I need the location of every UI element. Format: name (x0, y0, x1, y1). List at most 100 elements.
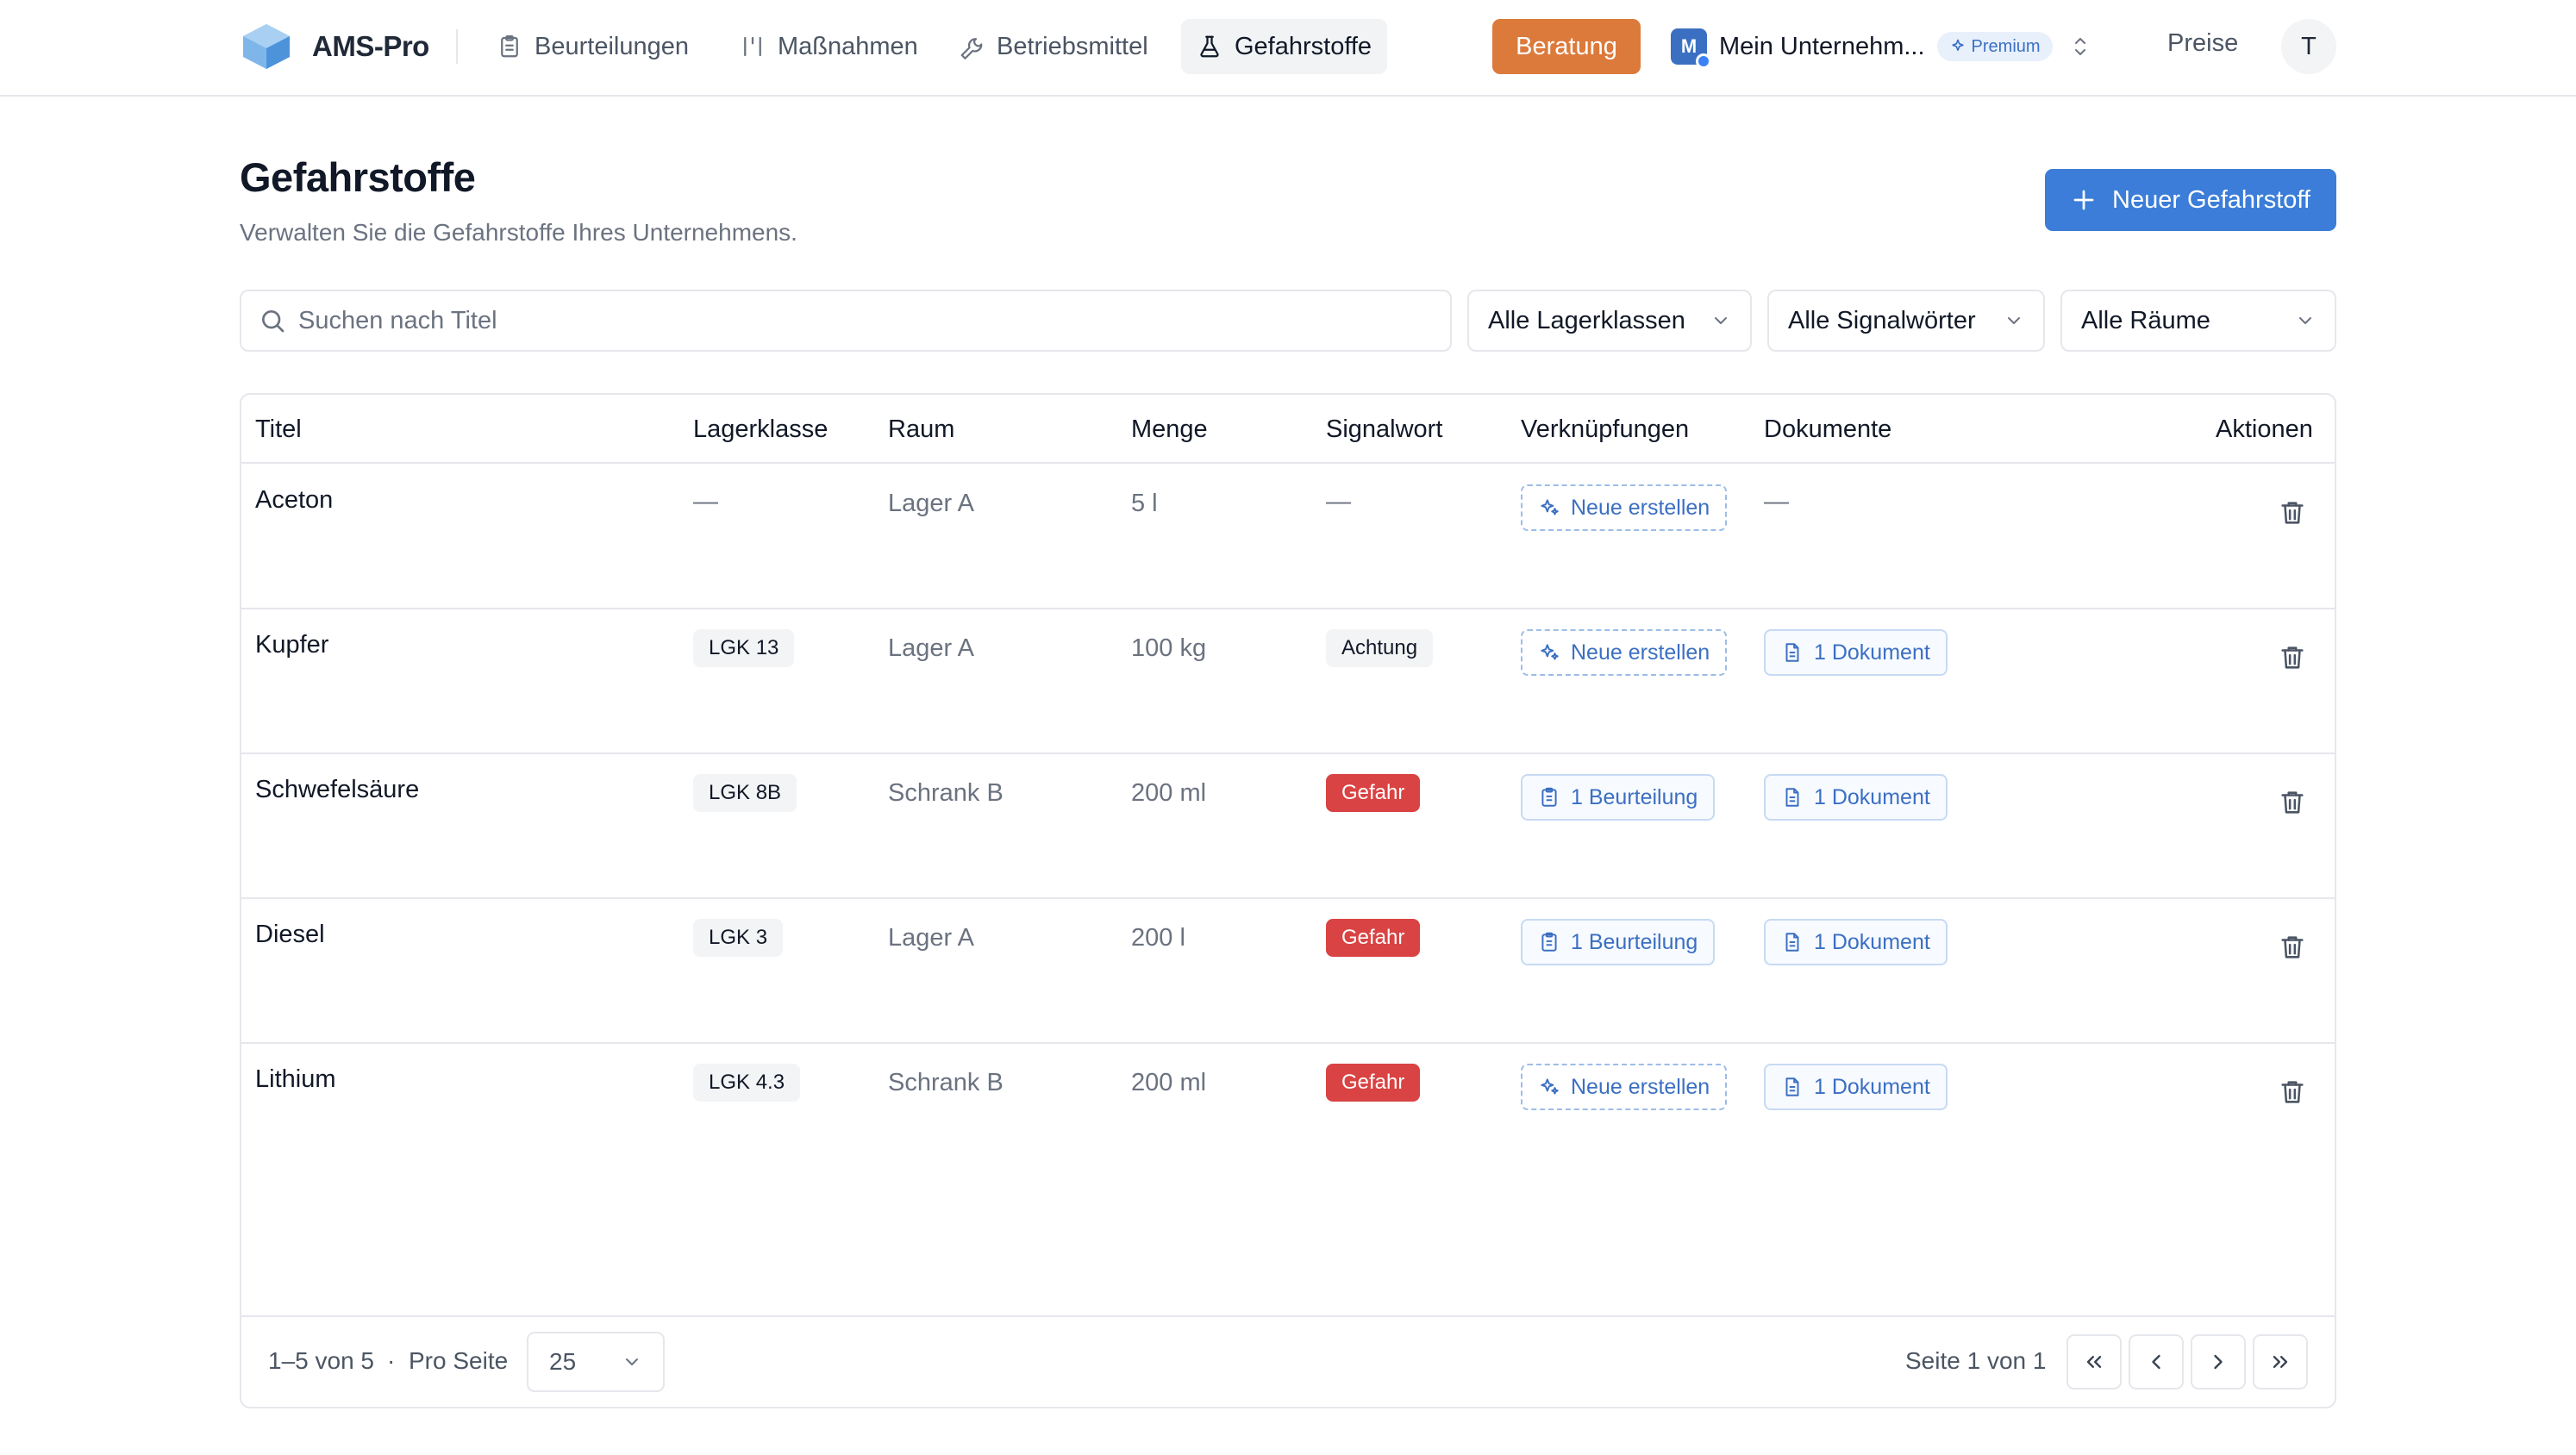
cell-lagerklasse: — (693, 488, 718, 515)
cell-raum: Lager A (888, 490, 974, 517)
brand-divider (456, 29, 458, 64)
create-link-button[interactable]: Neue erstellen (1521, 629, 1728, 676)
chevron-down-icon (626, 1358, 638, 1365)
file-icon (1785, 933, 1799, 952)
chevron-left-icon (2152, 1354, 2160, 1370)
nav-label: Betriebsmittel (997, 32, 1148, 60)
cell-dokumente: — (1764, 488, 1789, 515)
column-header-aktionen: Aktionen (2216, 415, 2313, 443)
file-icon (1785, 1077, 1799, 1096)
measures-icon (744, 36, 761, 57)
column-header-raum[interactable]: Raum (888, 415, 954, 444)
trash-icon[interactable] (2278, 933, 2307, 962)
trash-icon[interactable] (2278, 498, 2307, 528)
trash-icon[interactable] (2278, 643, 2307, 672)
link-label: Neue erstellen (1571, 1074, 1710, 1099)
cell-raum: Lager A (888, 924, 974, 952)
sparkles-icon (1541, 1078, 1559, 1095)
row-divider (241, 897, 2335, 899)
nav-item-beurteilungen[interactable]: Beurteilungen (481, 19, 704, 74)
column-header-verknuepfungen[interactable]: Verknüpfungen (1521, 415, 1689, 444)
signalwort-filter-select[interactable]: Alle Signalwörter (1767, 290, 2045, 352)
nav-label: Gefahrstoffe (1235, 32, 1372, 60)
brand[interactable]: AMS-Pro (240, 21, 429, 72)
assessment-link-button[interactable]: 1 Beurteilung (1521, 774, 1716, 821)
lagerklasse-badge: LGK 4.3 (693, 1064, 801, 1102)
document-label: 1 Dokument (1814, 640, 1930, 665)
signalwort-badge: Gefahr (1326, 774, 1421, 812)
hazardous-substances-table (240, 393, 2336, 1408)
lagerklasse-badge: LGK 13 (693, 629, 795, 667)
cell-raum: Lager A (888, 634, 974, 662)
result-range: 1–5 von 5 (268, 1347, 374, 1374)
table-header-divider (241, 462, 2335, 464)
column-header-titel[interactable]: Titel (255, 415, 302, 444)
row-divider (241, 1042, 2335, 1044)
document-link-button[interactable]: 1 Dokument (1764, 1064, 1948, 1110)
trash-icon[interactable] (2278, 1077, 2307, 1107)
previous-page-button[interactable] (2129, 1334, 2184, 1389)
document-label: 1 Dokument (1814, 1074, 1930, 1099)
document-link-button[interactable]: 1 Dokument (1764, 919, 1948, 965)
select-value: Alle Signalwörter (1788, 306, 1976, 334)
chevrons-right-icon (2273, 1356, 2288, 1368)
cell-menge: 200 ml (1131, 779, 1207, 807)
document-link-button[interactable]: 1 Dokument (1764, 774, 1948, 821)
signalwort-badge: Gefahr (1326, 919, 1421, 957)
column-header-lagerklasse[interactable]: Lagerklasse (693, 415, 828, 444)
column-header-signalwort[interactable]: Signalwort (1326, 415, 1442, 444)
cell-titel[interactable]: Kupfer (255, 631, 328, 659)
per-page-select[interactable]: 25 (527, 1332, 665, 1392)
app-logo-icon (243, 24, 290, 69)
new-hazardous-substance-button[interactable]: Neuer Gefahrstoff (2045, 169, 2336, 231)
sparkles-icon (1951, 39, 1964, 52)
raum-filter-select[interactable]: Alle Räume (2060, 290, 2336, 352)
last-page-button[interactable] (2253, 1334, 2308, 1389)
cell-titel[interactable]: Lithium (255, 1065, 336, 1094)
preise-link[interactable]: Preise (2167, 29, 2238, 58)
link-label: Neue erstellen (1571, 640, 1710, 665)
signalwort-badge: Achtung (1326, 629, 1434, 667)
nav-item-massnahmen[interactable]: Maßnahmen (724, 19, 934, 74)
page-indicator: Seite 1 von 1 (1905, 1347, 2047, 1374)
trash-icon[interactable] (2278, 788, 2307, 817)
sparkles-icon (1541, 644, 1559, 660)
search-field (240, 290, 1452, 352)
next-page-button[interactable] (2191, 1334, 2246, 1389)
cell-menge: 100 kg (1131, 634, 1207, 662)
cell-menge: 200 ml (1131, 1069, 1207, 1096)
per-page-value: 25 (549, 1348, 577, 1375)
cell-menge: 5 l (1131, 490, 1158, 517)
lagerklasse-filter-select[interactable]: Alle Lagerklassen (1467, 290, 1752, 352)
create-link-button[interactable]: Neue erstellen (1521, 484, 1728, 531)
company-switcher[interactable]: M Mein Unternehm... Premium (1671, 21, 2091, 72)
first-page-button[interactable] (2066, 1334, 2122, 1389)
chevrons-left-icon (2086, 1356, 2102, 1368)
cell-titel[interactable]: Diesel (255, 921, 325, 949)
beratung-button[interactable]: Beratung (1492, 19, 1641, 74)
clipboard-icon (501, 35, 518, 58)
nav-item-gefahrstoffe[interactable]: Gefahrstoffe (1181, 19, 1388, 74)
link-label: 1 Beurteilung (1571, 784, 1698, 809)
user-avatar[interactable]: T (2281, 19, 2336, 74)
cell-titel[interactable]: Aceton (255, 486, 333, 515)
company-avatar: M (1671, 28, 1711, 69)
chevron-down-icon (2299, 317, 2311, 324)
chevron-right-icon (2214, 1354, 2223, 1370)
nav-item-betriebsmittel[interactable]: Betriebsmittel (943, 19, 1164, 74)
top-navigation-bar: AMS-Pro Beurteilungen Maßnahmen Betriebs… (0, 0, 2576, 97)
column-header-dokumente[interactable]: Dokumente (1764, 415, 1891, 444)
document-link-button[interactable]: 1 Dokument (1764, 629, 1948, 676)
assessment-link-button[interactable]: 1 Beurteilung (1521, 919, 1716, 965)
column-header-menge[interactable]: Menge (1131, 415, 1208, 444)
nav-label: Maßnahmen (778, 32, 918, 60)
clipboard-icon (1541, 787, 1557, 807)
separator-dot: · (387, 1347, 396, 1374)
cell-titel[interactable]: Schwefelsäure (255, 776, 419, 804)
search-input[interactable] (298, 306, 1419, 335)
chevrons-up-down-icon (2074, 38, 2085, 55)
table-footer-divider (241, 1315, 2335, 1317)
create-link-button[interactable]: Neue erstellen (1521, 1064, 1728, 1110)
cell-raum: Schrank B (888, 779, 1004, 807)
app-name: AMS-Pro (312, 30, 429, 62)
